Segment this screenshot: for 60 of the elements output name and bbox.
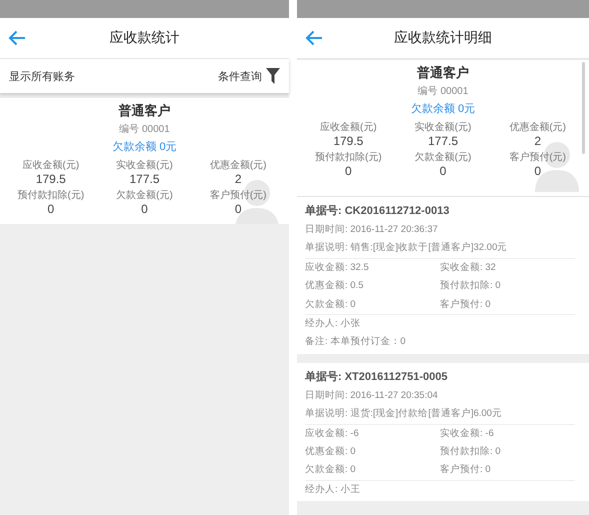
stat-label: 客户预付(元) [210,188,266,202]
customer-name: 普通客户 [416,64,470,82]
stat-label: 实收金额(元) [414,120,472,134]
stat-label: 欠款金额(元) [116,188,173,202]
customer-name: 普通客户 [118,102,172,120]
amount-field: 预付款扣除: 0 [440,443,575,462]
document-date: 日期时间: 2016-11-27 20:35:04 [305,388,439,403]
stat-label: 欠款金额(元) [414,150,472,164]
back-arrow-icon [8,30,26,46]
amount-field: 客户预付: 0 [440,296,575,314]
debt-balance: 欠款余额 0元 [111,140,178,154]
document-number: 单据号: CK2016112712-0013 [305,204,450,219]
amount-field: 应收金额: 32.5 [305,258,440,278]
stat-label: 应收金额(元) [22,158,80,172]
stat-value: 0 [141,202,148,216]
customer-code: 编号 00001 [118,122,171,136]
stat-value: 179.5 [333,134,364,148]
back-arrow-icon [305,30,323,46]
amount-field: 实收金额: 32 [440,258,575,278]
show-all-accounts: 显示所有账务 [9,70,75,84]
document-description: 单据说明: 销售:[现金]收款于[普通客户]32.00元 [305,239,575,259]
amount-field: 欠款金额: 0 [305,461,440,480]
amount-field: 应收金额: -6 [305,424,440,444]
stat-value: 0 [440,164,446,178]
document-note: 备注: 本单预付订金：0 [305,335,407,350]
stat-label: 预付款扣除(元) [314,150,382,164]
stat-value: 0 [344,164,352,178]
stat-label: 实收金额(元) [116,158,173,172]
amount-field: 实收金额: -6 [440,424,575,444]
stat-value: 177.5 [129,172,160,186]
amount-field: 预付款扣除: 0 [440,277,575,296]
stat-value: 2 [234,172,242,186]
stat-label: 客户预付(元) [509,150,566,164]
screen-title: 应收款统计明细 [394,29,492,47]
stat-value: 0 [234,202,242,216]
handler: 经办人: 小张 [305,314,575,334]
handler: 经办人: 小王 [305,480,575,500]
document-date: 日期时间: 2016-11-27 20:36:37 [305,223,439,237]
customer-code: 编号 00001 [416,84,470,98]
document-description: 单据说明: 退货:[现金]付款给[普通客户]6.00元 [305,405,575,425]
amount-field: 欠款金额: 0 [305,296,440,314]
amount-field: 优惠金额: 0 [305,443,440,462]
stat-label: 应收金额(元) [320,120,377,134]
back-button[interactable] [8,30,26,46]
amount-field: 客户预付: 0 [440,461,575,480]
amount-field: 优惠金额: 0.5 [305,277,440,296]
stat-label: 优惠金额(元) [509,120,566,134]
stat-value: 0 [534,164,541,178]
screen-title: 应收款统计 [110,29,180,47]
stat-value: 0 [47,202,54,216]
stat-value: 177.5 [428,134,458,148]
back-button[interactable] [305,30,323,46]
stat-value: 2 [534,134,541,148]
document-number: 单据号: XT2016112751-0005 [305,370,448,385]
filter-query-button[interactable]: 条件查询 [218,68,280,84]
stat-value: 179.5 [36,172,66,186]
stat-label: 优惠金额(元) [210,158,266,172]
filter-icon [266,68,280,84]
stat-label: 预付款扣除(元) [17,188,84,202]
debt-balance: 欠款余额 0元 [410,102,476,116]
